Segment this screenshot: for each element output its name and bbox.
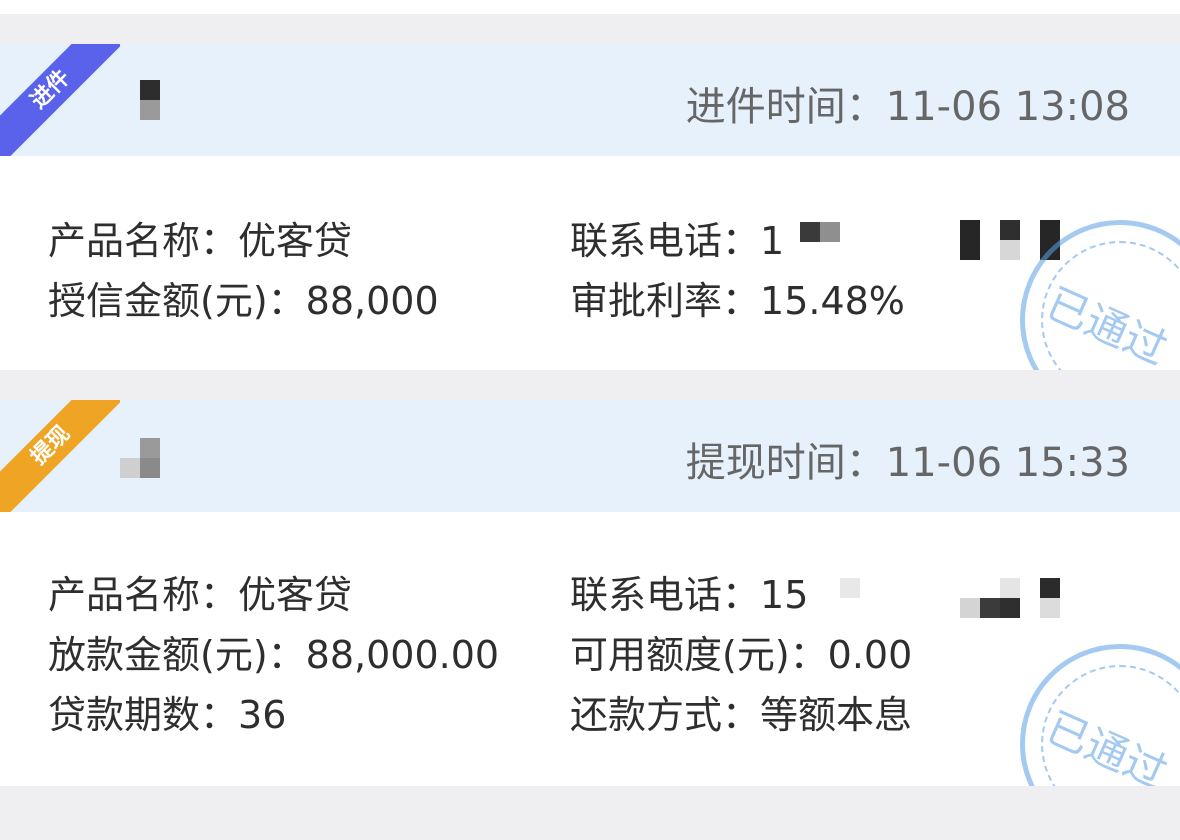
field-label: 可用额度(元)： — [570, 633, 828, 677]
card-header: 提现 提现时间：11-06 15:33 — [0, 400, 1180, 520]
field-label: 授信金额(元)： — [48, 279, 306, 323]
approved-stamp: 已通过 — [1020, 644, 1180, 786]
field-label: 产品名称： — [48, 573, 239, 617]
field-label: 联系电话： — [570, 573, 761, 617]
withdraw-time-value: 11-06 15:33 — [885, 440, 1130, 486]
product-name-row: 产品名称：优客贷 — [48, 564, 352, 619]
ribbon-label: 提现 — [0, 400, 120, 520]
phone-row: 联系电话：1 — [570, 210, 784, 265]
field-label: 放款金额(元)： — [48, 633, 306, 677]
ribbon-label: 进件 — [0, 44, 120, 164]
field-value: 15 — [760, 573, 809, 617]
approval-rate-row: 审批利率：15.48% — [570, 270, 905, 325]
submit-time-label: 进件时间： — [685, 84, 886, 130]
field-value: 88,000.00 — [305, 633, 500, 677]
withdrawal-card[interactable]: 提现 提现时间：11-06 15:33 产品名称：优客贷 放款金额(元)：88,… — [0, 400, 1180, 786]
card-header: 进件 进件时间：11-06 13:08 — [0, 44, 1180, 164]
field-label: 联系电话： — [570, 219, 761, 263]
credit-amount-row: 授信金额(元)：88,000 — [48, 270, 439, 325]
submit-time-value: 11-06 13:08 — [885, 84, 1130, 130]
field-value: 36 — [238, 693, 287, 737]
field-value: 0.00 — [827, 633, 913, 677]
withdraw-time: 提现时间：11-06 15:33 — [686, 430, 1130, 488]
application-card[interactable]: 进件 进件时间：11-06 13:08 产品名称：优客贷 授信金额(元)：88,… — [0, 44, 1180, 370]
field-value: 88,000 — [305, 279, 439, 323]
field-label: 还款方式： — [570, 693, 761, 737]
card-body: 产品名称：优客贷 放款金额(元)：88,000.00 贷款期数：36 联系电话：… — [0, 512, 1180, 786]
loan-term-row: 贷款期数：36 — [48, 684, 286, 739]
product-name-row: 产品名称：优客贷 — [48, 210, 352, 265]
loan-amount-row: 放款金额(元)：88,000.00 — [48, 624, 499, 679]
field-value: 等额本息 — [760, 693, 913, 737]
field-value: 优客贷 — [238, 219, 353, 263]
repayment-method-row: 还款方式：等额本息 — [570, 684, 912, 739]
field-label: 审批利率： — [570, 279, 761, 323]
phone-row: 联系电话：15 — [570, 564, 808, 619]
previous-card-edge — [0, 0, 1180, 14]
status-ribbon: 进件 — [0, 44, 120, 164]
field-value: 1 — [760, 219, 785, 263]
withdraw-time-label: 提现时间： — [685, 440, 886, 486]
available-limit-row: 可用额度(元)：0.00 — [570, 624, 912, 679]
status-ribbon: 提现 — [0, 400, 120, 520]
field-label: 产品名称： — [48, 219, 239, 263]
field-label: 贷款期数： — [48, 693, 239, 737]
card-body: 产品名称：优客贷 授信金额(元)：88,000 联系电话：1 审批利率：15.4… — [0, 156, 1180, 370]
submit-time: 进件时间：11-06 13:08 — [686, 74, 1130, 132]
field-value: 15.48% — [760, 279, 905, 323]
field-value: 优客贷 — [238, 573, 353, 617]
